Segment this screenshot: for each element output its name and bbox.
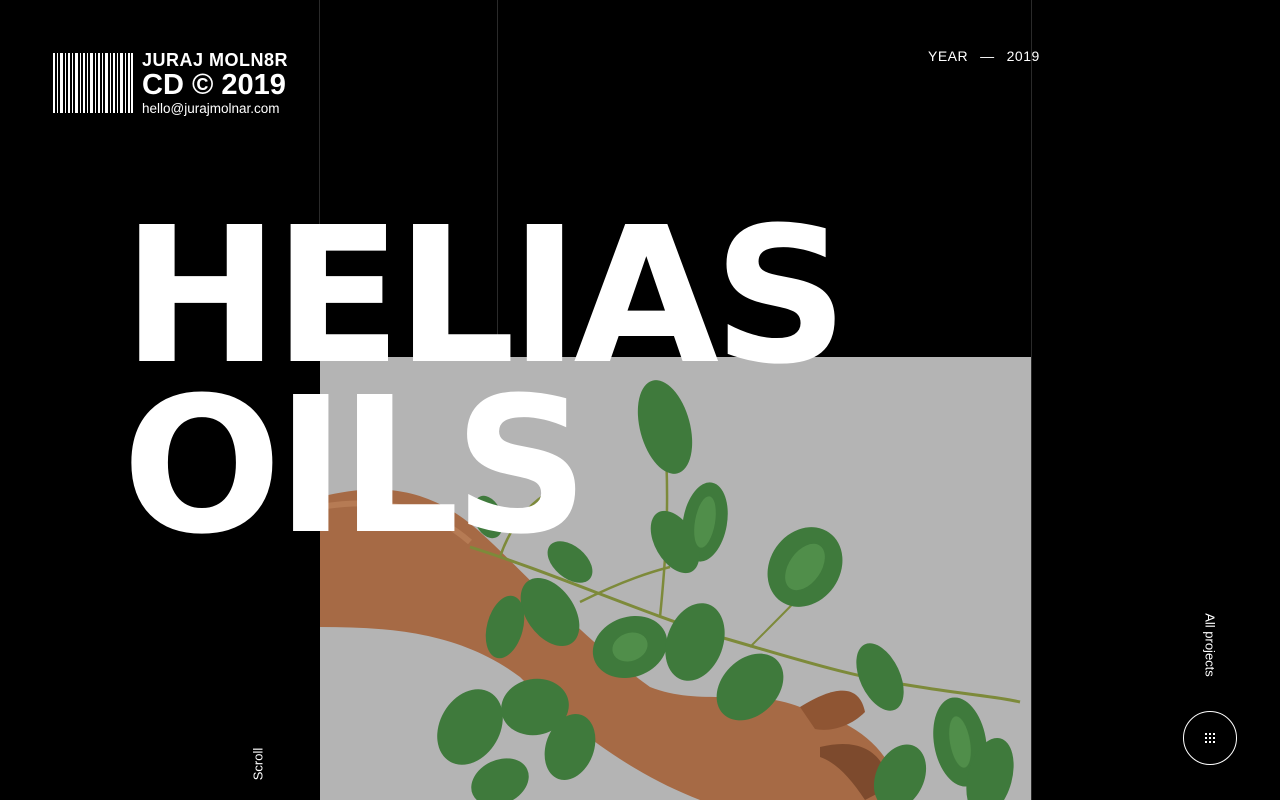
year-label: YEAR (928, 48, 969, 64)
all-projects-link[interactable]: All projects (1203, 613, 1218, 677)
menu-button[interactable] (1183, 711, 1237, 765)
year-info: YEAR — 2019 (928, 48, 1040, 64)
brand-copyright: CD © 2019 (142, 69, 286, 101)
grid-dots-icon (1205, 733, 1215, 743)
scroll-indicator[interactable]: Scroll (251, 748, 266, 781)
year-dash: — (980, 48, 995, 64)
guide-line (1031, 0, 1032, 800)
brand-block: JURAJ MOLN8R CD © 2019 hello@jurajmolnar… (142, 51, 288, 116)
year-value: 2019 (1006, 48, 1040, 64)
barcode-logo-icon[interactable] (53, 53, 133, 113)
project-title: HELIAS OILS (122, 187, 848, 576)
brand-name: JURAJ MOLN8R (142, 50, 289, 70)
brand-email-link[interactable]: hello@jurajmolnar.com (142, 102, 288, 116)
